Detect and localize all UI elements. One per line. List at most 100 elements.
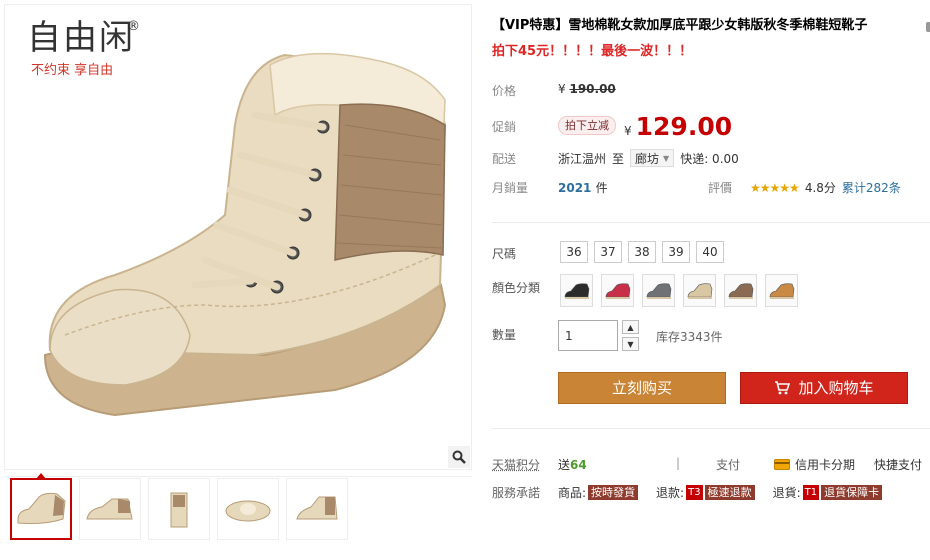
shipping-label: 配送: [492, 150, 516, 167]
monthly-sales: 2021 件: [558, 179, 608, 196]
add-to-cart-button[interactable]: 加入购物车: [740, 372, 908, 404]
service-prefix: 商品:: [558, 484, 586, 501]
payment-label: 支付: [716, 456, 740, 473]
boot-swatch-icon: [604, 281, 632, 301]
boot-image: [5, 5, 471, 470]
currency-symbol: ¥: [624, 124, 632, 138]
service-code: T1: [803, 485, 819, 500]
original-price: ¥ 190.00: [558, 82, 616, 96]
product-info: 【VIP特惠】雪地棉靴女款加厚底平跟少女韩版秋冬季棉鞋短靴子 拍下45元！！！！…: [472, 0, 930, 560]
main-product-photo[interactable]: 自由闲 ® 不约束 享自由: [4, 4, 472, 470]
service-prefix: 退款:: [656, 484, 684, 501]
destination-value: 廊坊: [635, 150, 659, 167]
boot-swatch-icon: [686, 281, 714, 301]
thumbnail-4[interactable]: [217, 478, 279, 540]
boot-thumbnail: [291, 489, 343, 529]
promo-badge: 拍下立减: [558, 116, 616, 135]
color-selector: [560, 274, 798, 307]
quantity-decrease-button[interactable]: ▼: [622, 337, 639, 351]
size-label: 尺碼: [492, 245, 516, 262]
currency-symbol: ¥: [558, 82, 566, 96]
shipping-to-word: 至: [612, 150, 624, 167]
divider: [492, 428, 930, 429]
points-label[interactable]: 天猫积分: [492, 456, 540, 473]
service-tag: 退貨保障卡: [821, 485, 882, 500]
service-items: 商品: 按時發貨 退款: T3 極速退款 退貨: T1 退貨保障卡: [558, 484, 882, 501]
add-to-cart-label: 加入购物车: [798, 373, 873, 403]
price-label: 价格: [492, 82, 516, 99]
service-item[interactable]: 退貨: T1 退貨保障卡: [773, 484, 883, 501]
stock-count: 库存3343件: [656, 328, 723, 345]
boot-swatch-icon: [645, 281, 673, 301]
service-prefix: 退貨:: [773, 484, 801, 501]
fast-pay: 快捷支付: [874, 456, 922, 473]
service-tag: 按時發貨: [588, 485, 638, 500]
destination-select[interactable]: 廊坊 ▼: [630, 149, 674, 167]
boot-thumbnail: [15, 489, 67, 529]
review-label: 評價: [708, 179, 732, 196]
color-option-camel[interactable]: [765, 274, 798, 307]
sales-count: 2021: [558, 181, 591, 195]
chevron-down-icon: ▼: [627, 340, 633, 349]
color-option-brown[interactable]: [724, 274, 757, 307]
thumbnail-1[interactable]: [10, 478, 72, 540]
color-option-black[interactable]: [560, 274, 593, 307]
divider: [492, 222, 930, 223]
size-option[interactable]: 36: [560, 241, 588, 263]
service-label: 服務承諾: [492, 484, 540, 501]
points-value: 送64: [558, 456, 587, 473]
quantity-label: 數量: [492, 326, 516, 343]
separator: |: [676, 456, 680, 470]
service-item[interactable]: 退款: T3 極速退款: [656, 484, 755, 501]
current-price: ¥129.00: [624, 112, 732, 141]
zoom-button[interactable]: [448, 446, 470, 468]
product-title: 【VIP特惠】雪地棉靴女款加厚底平跟少女韩版秋冬季棉鞋短靴子: [492, 14, 930, 33]
current-price-value: 129.00: [636, 112, 732, 141]
chevron-down-icon: ▼: [663, 154, 669, 163]
product-gallery: 自由闲 ® 不约束 享自由: [0, 0, 472, 560]
thumbnail-3[interactable]: [148, 478, 210, 540]
credit-installment[interactable]: 信用卡分期: [774, 456, 855, 473]
credit-installment-label: 信用卡分期: [795, 456, 855, 473]
thumbnail-2[interactable]: [79, 478, 141, 540]
quantity-increase-button[interactable]: ▲: [622, 320, 639, 334]
size-option[interactable]: 39: [662, 241, 690, 263]
cart-icon: [774, 381, 790, 395]
boot-swatch-icon: [563, 281, 591, 301]
size-selector: 36 37 38 39 40: [560, 241, 724, 263]
sales-unit: 件: [596, 181, 608, 195]
star-rating-icon: ★★★★★: [750, 181, 799, 195]
points-prefix: 送: [558, 458, 570, 472]
thumb-divider: [4, 476, 472, 477]
review-score: 4.8分: [805, 179, 836, 196]
service-code: T3: [686, 485, 702, 500]
color-option-rose[interactable]: [601, 274, 634, 307]
color-option-beige[interactable]: [683, 274, 716, 307]
quantity-input[interactable]: [558, 320, 618, 351]
color-option-grey[interactable]: [642, 274, 675, 307]
color-label: 顏色分類: [492, 279, 540, 296]
service-item[interactable]: 商品: 按時發貨: [558, 484, 638, 501]
shipping-info: 浙江温州 至 廊坊 ▼ 快递: 0.00: [558, 149, 739, 167]
share-icon[interactable]: [926, 22, 930, 32]
shipping-from: 浙江温州: [558, 150, 606, 167]
boot-thumbnail: [84, 489, 136, 529]
sales-label: 月銷量: [492, 179, 528, 196]
size-option[interactable]: 38: [628, 241, 656, 263]
boot-thumbnail: [222, 489, 274, 529]
promo-text: 拍下45元！！！！最後一波！！！: [492, 40, 692, 59]
thumbnail-strip: [10, 478, 348, 540]
points-number: 64: [570, 458, 587, 472]
credit-card-icon: [774, 459, 790, 470]
original-price-value: 190.00: [569, 82, 615, 96]
service-tag: 極速退款: [705, 485, 755, 500]
chevron-up-icon: ▲: [627, 323, 633, 332]
review-count-link[interactable]: 累计282条: [842, 179, 901, 196]
buy-now-button[interactable]: 立刻购买: [558, 372, 726, 404]
boot-swatch-icon: [768, 281, 796, 301]
boot-swatch-icon: [727, 281, 755, 301]
magnifier-icon: [452, 450, 466, 464]
size-option[interactable]: 40: [696, 241, 724, 263]
size-option[interactable]: 37: [594, 241, 622, 263]
thumbnail-5[interactable]: [286, 478, 348, 540]
